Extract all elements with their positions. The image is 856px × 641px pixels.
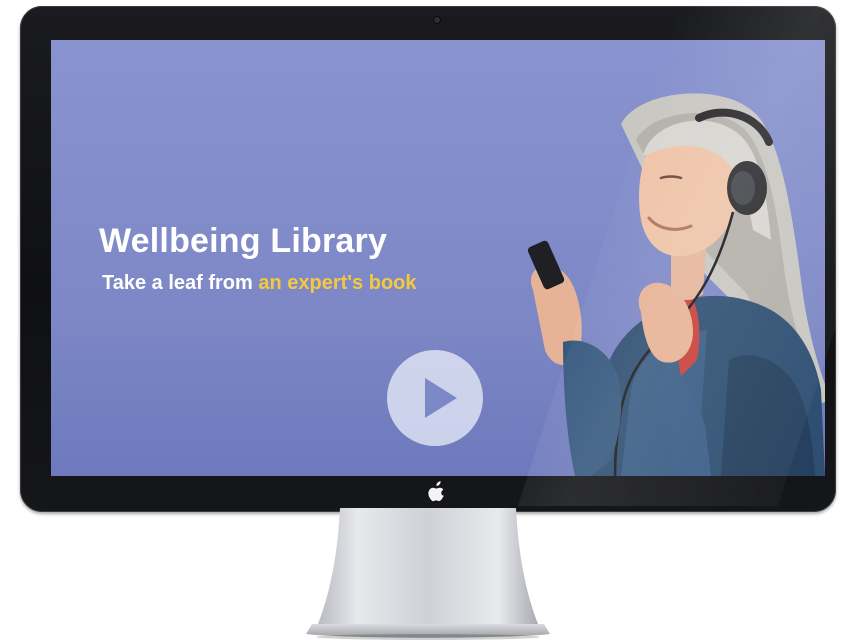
monitor-bezel: Wellbeing Library Take a leaf from an ex… bbox=[20, 6, 836, 512]
monitor-stand bbox=[306, 508, 550, 640]
hero-subtitle-text: Take a leaf from bbox=[102, 272, 259, 294]
camera-icon bbox=[434, 17, 440, 23]
play-video-button[interactable] bbox=[387, 350, 483, 446]
monitor-mockup: Wellbeing Library Take a leaf from an ex… bbox=[0, 0, 856, 641]
hero-subtitle-highlight: an expert's book bbox=[258, 272, 417, 294]
woman-listening-image bbox=[527, 93, 825, 476]
hero-title: Wellbeing Library bbox=[99, 222, 388, 260]
hero-subtitle: Take a leaf from an expert's book bbox=[102, 272, 417, 295]
play-icon bbox=[425, 378, 457, 418]
monitor-screen: Wellbeing Library Take a leaf from an ex… bbox=[51, 40, 825, 476]
apple-logo-icon bbox=[428, 481, 444, 502]
